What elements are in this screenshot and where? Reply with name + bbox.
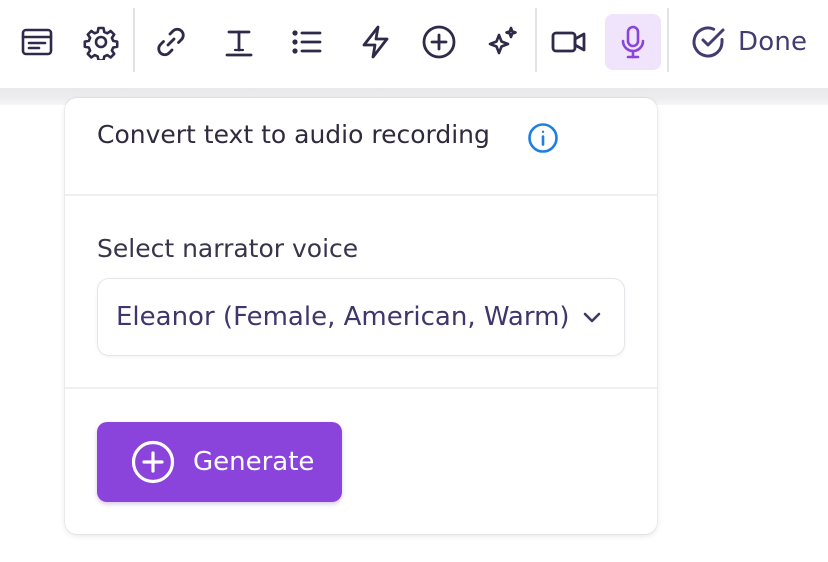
microphone-button[interactable] [605, 14, 661, 70]
list-button[interactable] [279, 14, 335, 70]
done-button[interactable]: Done [688, 20, 807, 64]
text-button[interactable] [211, 14, 267, 70]
list-icon [292, 30, 322, 54]
text-to-audio-panel: Convert text to audio recording Select n… [65, 98, 657, 534]
chevron-down-icon [580, 305, 604, 329]
toolbar-separator [133, 8, 135, 72]
plus-circle-icon [130, 439, 176, 485]
sparkles-icon [488, 26, 517, 55]
ai-button[interactable] [475, 14, 531, 70]
toolbar-separator [667, 8, 669, 72]
panel-title: Convert text to audio recording [97, 120, 490, 149]
link-icon [157, 27, 185, 57]
settings-button[interactable] [73, 14, 129, 70]
card-icon [21, 28, 53, 56]
text-icon [225, 30, 253, 57]
voice-value: Eleanor (Female, American, Warm) [116, 302, 570, 332]
video-icon [551, 31, 586, 53]
generate-button[interactable]: Generate [97, 422, 342, 502]
video-button[interactable] [541, 14, 597, 70]
done-label: Done [738, 27, 808, 57]
toolbar: Done [0, 0, 828, 88]
lightning-icon [362, 25, 389, 59]
check-circle-icon [692, 26, 725, 58]
panel-header: Convert text to audio recording [65, 98, 657, 196]
lightning-button[interactable] [347, 14, 403, 70]
gear-icon [83, 26, 119, 60]
card-button[interactable] [9, 14, 65, 70]
voice-label: Select narrator voice [97, 234, 359, 263]
panel-divider [65, 387, 657, 389]
narrator-voice-select[interactable]: Eleanor (Female, American, Warm) [97, 278, 625, 356]
plus-circle-icon [422, 25, 456, 59]
toolbar-separator [535, 8, 537, 72]
add-button[interactable] [411, 14, 467, 70]
microphone-icon [621, 25, 645, 59]
link-button[interactable] [143, 14, 199, 70]
generate-label: Generate [193, 447, 315, 477]
info-icon[interactable] [527, 122, 559, 154]
